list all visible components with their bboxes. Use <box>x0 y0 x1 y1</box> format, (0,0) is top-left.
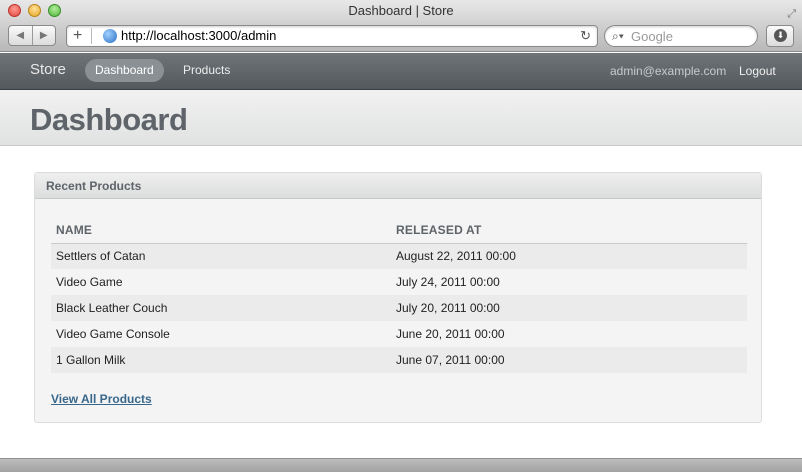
window-title: Dashboard | Store <box>348 3 454 18</box>
window-titlebar: Dashboard | Store ⤢ <box>0 0 802 22</box>
panel-title: Recent Products <box>35 173 761 199</box>
logout-link[interactable]: Logout <box>739 53 776 89</box>
plus-icon[interactable]: + <box>73 26 82 46</box>
table-row: Settlers of Catan August 22, 2011 00:00 <box>51 243 747 269</box>
download-icon: ⬇ <box>774 29 787 42</box>
table-row: Video Game Console June 20, 2011 00:00 <box>51 321 747 347</box>
product-name: Black Leather Couch <box>51 295 391 321</box>
minimize-window-button[interactable] <box>28 4 41 17</box>
recent-products-panel: Recent Products NAME RELEASED AT Settler… <box>34 172 762 423</box>
reload-icon[interactable]: ↻ <box>580 26 591 46</box>
address-bar-divider <box>91 28 92 44</box>
product-released-at: June 20, 2011 00:00 <box>391 321 747 347</box>
current-user-email[interactable]: admin@example.com <box>610 53 726 89</box>
table-row: 1 Gallon Milk June 07, 2011 00:00 <box>51 347 747 373</box>
forward-arrow-icon[interactable]: ▶ <box>31 26 56 45</box>
zoom-window-button[interactable] <box>48 4 61 17</box>
product-released-at: August 22, 2011 00:00 <box>391 243 747 269</box>
downloads-button[interactable]: ⬇ <box>766 25 794 47</box>
table-row: Video Game July 24, 2011 00:00 <box>51 269 747 295</box>
product-name: 1 Gallon Milk <box>51 347 391 373</box>
column-header-name: NAME <box>51 217 391 244</box>
product-released-at: June 07, 2011 00:00 <box>391 347 747 373</box>
search-icon[interactable]: ⌕▾ <box>612 26 624 46</box>
history-buttons: ◀ ▶ <box>8 25 56 46</box>
table-header-row: NAME RELEASED AT <box>51 217 747 244</box>
product-released-at: July 24, 2011 00:00 <box>391 269 747 295</box>
globe-icon <box>103 29 117 43</box>
address-bar[interactable]: + http://localhost:3000/admin ↻ <box>66 25 598 47</box>
back-arrow-icon[interactable]: ◀ <box>9 26 32 45</box>
search-field[interactable]: ⌕▾ <box>604 25 758 47</box>
nav-item-dashboard[interactable]: Dashboard <box>85 59 164 82</box>
column-header-released-at: RELEASED AT <box>391 217 747 244</box>
header-nav: Store Dashboard Products admin@example.c… <box>0 53 802 90</box>
site-title[interactable]: Store <box>30 53 66 87</box>
url-text[interactable]: http://localhost:3000/admin <box>121 26 276 46</box>
window-bottom-bar <box>0 458 802 472</box>
browser-toolbar: ◀ ▶ + http://localhost:3000/admin ↻ ⌕▾ ⬇ <box>0 22 802 52</box>
title-bar: Dashboard <box>0 90 802 146</box>
product-name: Video Game Console <box>51 321 391 347</box>
view-all-products-link[interactable]: View All Products <box>51 392 152 406</box>
table-row: Black Leather Couch July 20, 2011 00:00 <box>51 295 747 321</box>
recent-products-table: NAME RELEASED AT Settlers of Catan Augus… <box>51 217 747 373</box>
close-window-button[interactable] <box>8 4 21 17</box>
product-name: Video Game <box>51 269 391 295</box>
product-released-at: July 20, 2011 00:00 <box>391 295 747 321</box>
search-input[interactable] <box>631 28 751 44</box>
nav-item-products[interactable]: Products <box>173 59 240 82</box>
page-title: Dashboard <box>30 102 188 137</box>
product-name: Settlers of Catan <box>51 243 391 269</box>
